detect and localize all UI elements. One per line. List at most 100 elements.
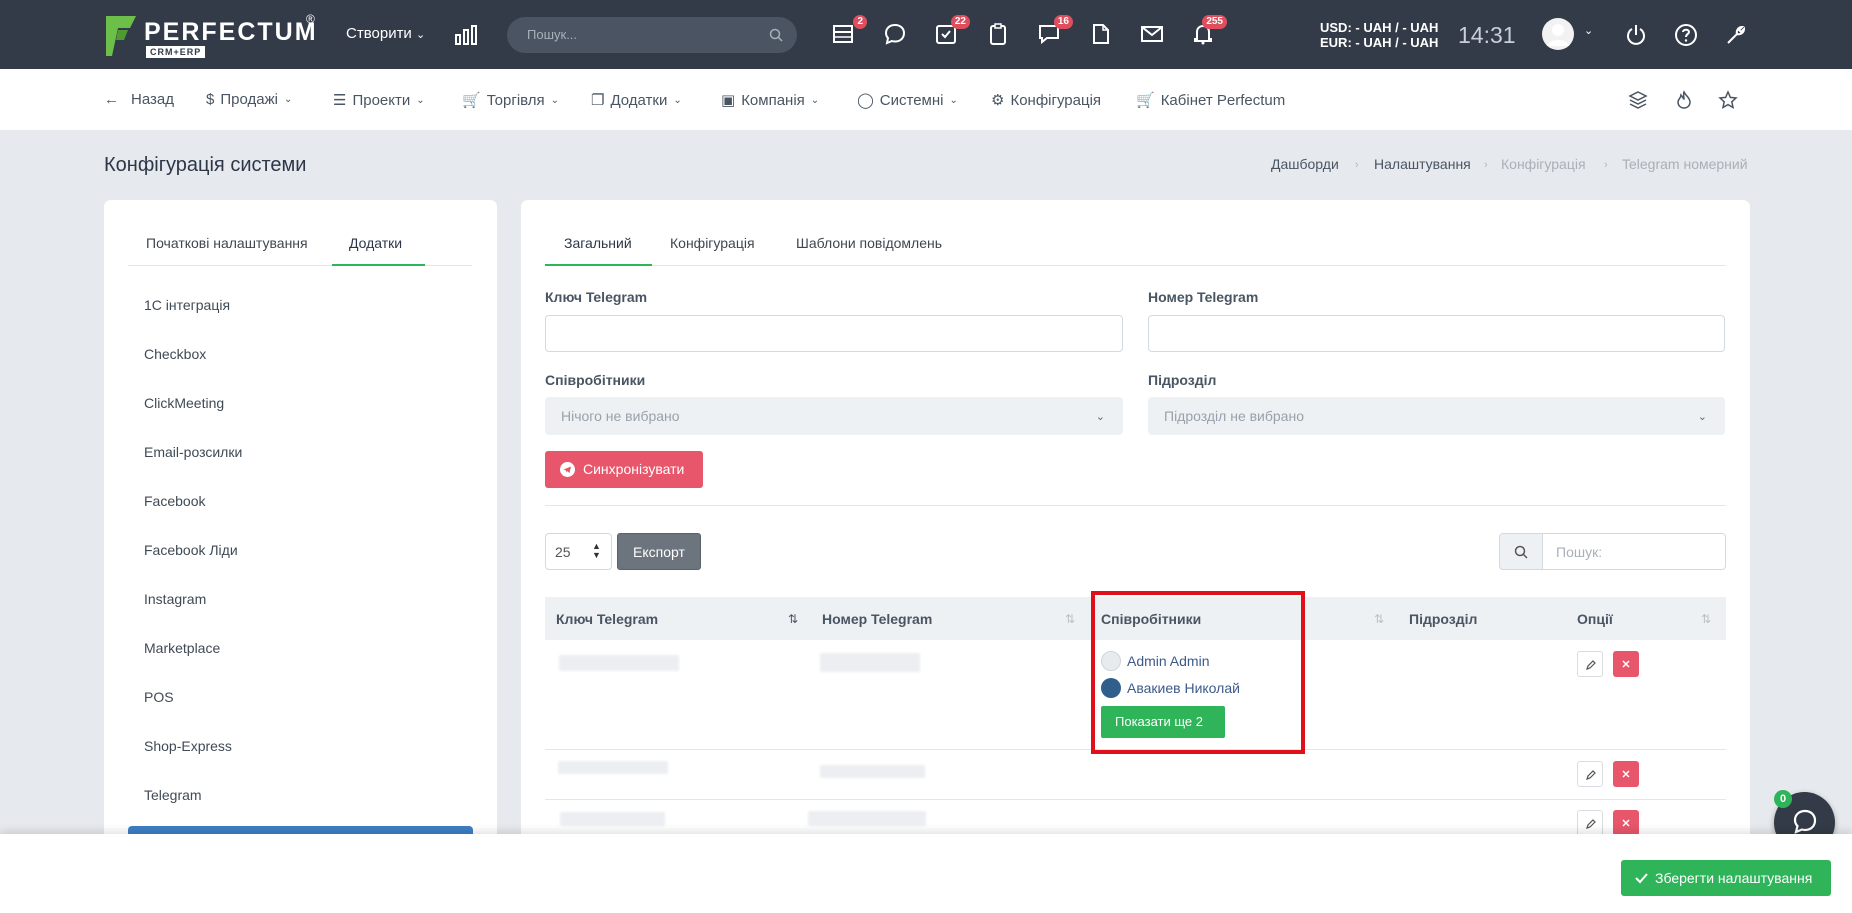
sidebar-item-marketplace[interactable]: Marketplace xyxy=(144,640,220,656)
tab-initial-settings[interactable]: Початкові налаштування xyxy=(146,235,308,251)
sidebar-item-checkbox[interactable]: Checkbox xyxy=(144,346,206,362)
nav-config[interactable]: ⚙ Конфігурація xyxy=(991,91,1101,110)
mail-icon xyxy=(1141,26,1163,42)
telegram-number-input[interactable] xyxy=(1148,315,1725,352)
nav-addons-label: Додатки xyxy=(610,91,668,109)
nav-company[interactable]: ▣ Компанія ⌄ xyxy=(721,91,820,110)
nav-trade[interactable]: 🛒 Торгівля ⌄ xyxy=(462,91,559,110)
fire-icon[interactable] xyxy=(1674,90,1694,110)
delete-button[interactable] xyxy=(1613,761,1639,787)
help-icon[interactable] xyxy=(1674,23,1698,47)
create-label: Створити xyxy=(346,25,412,42)
breadcrumb-current: Telegram номерний xyxy=(1622,156,1748,172)
nav-trade-label: Торгівля xyxy=(486,91,545,109)
nav-system[interactable]: ◯ Системні ⌄ xyxy=(857,91,958,110)
sidebar-item-1c[interactable]: 1С інтеграція xyxy=(144,297,230,313)
chat-button[interactable]: 16 xyxy=(1037,15,1073,48)
user-avatar[interactable] xyxy=(1542,18,1574,50)
logo-text: PERFECTUM xyxy=(144,18,318,46)
export-button[interactable]: Експорт xyxy=(617,533,701,570)
sync-button[interactable]: Синхронізувати xyxy=(545,451,703,488)
copy-icon: ❐ xyxy=(591,92,605,109)
sliders-icon: ⚙ xyxy=(991,92,1005,109)
tab-active-indicator xyxy=(332,264,425,266)
mail-button[interactable] xyxy=(1140,22,1166,48)
delete-button[interactable] xyxy=(1613,651,1639,677)
tab-configuration[interactable]: Конфігурація xyxy=(670,235,755,251)
close-icon xyxy=(1622,660,1630,668)
table-icon xyxy=(833,25,853,43)
breadcrumb-separator: › xyxy=(1355,159,1359,171)
employees-select-placeholder: Нічого не вибрано xyxy=(561,408,680,424)
clipboard-button[interactable] xyxy=(986,22,1012,48)
export-button-label: Експорт xyxy=(633,544,685,560)
save-settings-button[interactable]: Зберегти налаштування xyxy=(1621,860,1831,896)
user-menu-chevron-icon[interactable]: ⌄ xyxy=(1584,24,1593,37)
edit-button[interactable] xyxy=(1577,651,1603,677)
usd-rate: USD: - UAH / - UAH xyxy=(1320,20,1439,35)
sort-desc-icon[interactable]: ⇅ xyxy=(788,612,798,626)
nav-cabinet[interactable]: 🛒 Кабінет Perfectum xyxy=(1136,91,1286,110)
save-settings-label: Зберегти налаштування xyxy=(1655,870,1813,886)
bar-chart-icon[interactable] xyxy=(455,25,477,45)
create-button[interactable]: Створити ⌄ xyxy=(346,25,425,42)
breadcrumb-config[interactable]: Конфігурація xyxy=(1501,156,1586,172)
breadcrumb-settings[interactable]: Налаштування xyxy=(1374,156,1471,172)
delete-button[interactable] xyxy=(1613,810,1639,836)
star-icon[interactable] xyxy=(1718,90,1738,110)
notifications-button[interactable]: 255 xyxy=(1191,15,1227,48)
employees-select[interactable]: Нічого не вибрано ⌄ xyxy=(545,397,1123,435)
nav-projects[interactable]: ☰ Проекти ⌄ xyxy=(333,91,425,110)
page-size-select[interactable]: 25 ▲ ▼ xyxy=(545,533,612,570)
sort-icon[interactable]: ⇅ xyxy=(1701,612,1711,626)
tab-general[interactable]: Загальний xyxy=(564,235,632,251)
layers-icon[interactable] xyxy=(1628,90,1648,110)
sort-icon[interactable]: ⇅ xyxy=(1065,612,1075,626)
tab-message-templates[interactable]: Шаблони повідомлень xyxy=(796,235,942,251)
sort-icon[interactable]: ⇅ xyxy=(1374,612,1384,626)
logo-subtitle: CRM+ERP xyxy=(146,46,206,58)
telegram-key-input[interactable] xyxy=(545,315,1123,352)
sync-button-label: Синхронізувати xyxy=(583,461,685,477)
header-department[interactable]: Підрозділ xyxy=(1409,611,1477,627)
messages-button[interactable] xyxy=(883,22,909,48)
sidebar-item-pos[interactable]: POS xyxy=(144,689,174,705)
close-icon xyxy=(1622,770,1630,778)
global-search[interactable]: Пошук... xyxy=(507,17,797,53)
breadcrumb-separator: › xyxy=(1484,159,1488,171)
power-icon[interactable] xyxy=(1624,23,1648,47)
sidebar-item-facebook[interactable]: Facebook xyxy=(144,493,205,509)
sidebar-item-clickmeeting[interactable]: ClickMeeting xyxy=(144,395,224,411)
nav-cabinet-label: Кабінет Perfectum xyxy=(1160,91,1286,109)
sidebar-item-telegram[interactable]: Telegram xyxy=(144,787,202,803)
todo-button[interactable]: 22 xyxy=(934,15,970,48)
briefcase-icon: ▣ xyxy=(721,92,736,109)
sidebar-item-instagram[interactable]: Instagram xyxy=(144,591,206,607)
nav-addons[interactable]: ❐ Додатки ⌄ xyxy=(591,91,682,110)
nav-back-label: Назад xyxy=(131,91,174,108)
sidebar-item-facebook-leads[interactable]: Facebook Ліди xyxy=(144,542,238,558)
tasks-button[interactable]: 2 xyxy=(831,15,867,48)
header-telegram-number[interactable]: Номер Telegram xyxy=(822,611,932,627)
edit-button[interactable] xyxy=(1577,810,1603,836)
nav-back[interactable]: ← Назад xyxy=(104,91,174,108)
pencil-icon xyxy=(1586,660,1596,670)
section-divider xyxy=(545,505,1726,506)
logo-icon[interactable] xyxy=(104,14,138,58)
department-select[interactable]: Підрозділ не вибрано ⌄ xyxy=(1148,397,1725,435)
nav-sales[interactable]: $ Продажі ⌄ xyxy=(206,91,292,108)
notifications-badge: 255 xyxy=(1202,15,1227,29)
breadcrumb-dashboards[interactable]: Дашборди xyxy=(1271,156,1339,172)
support-chat-badge: 0 xyxy=(1774,790,1792,808)
wrench-icon[interactable] xyxy=(1724,23,1748,47)
tab-addons[interactable]: Додатки xyxy=(349,235,402,251)
chevron-down-icon: ⌄ xyxy=(810,94,820,106)
files-button[interactable] xyxy=(1089,22,1115,48)
sidebar-item-email[interactable]: Email-розсилки xyxy=(144,444,242,460)
header-telegram-key[interactable]: Ключ Telegram xyxy=(556,611,658,627)
sidebar-item-shop-express[interactable]: Shop-Express xyxy=(144,738,232,754)
table-search-input[interactable]: Пошук: xyxy=(1543,533,1726,570)
telegram-icon xyxy=(560,462,575,477)
edit-button[interactable] xyxy=(1577,761,1603,787)
close-icon xyxy=(1622,819,1630,827)
